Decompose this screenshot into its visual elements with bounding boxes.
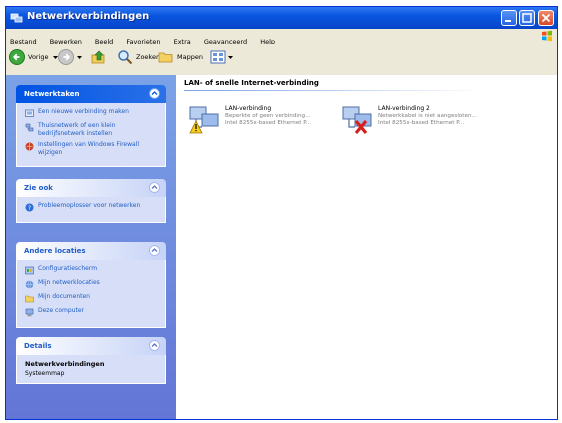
chevron-up-icon [151, 343, 158, 347]
task-home-network[interactable]: Thuisnetwerk of een klein bedrijfsnetwer… [25, 122, 159, 137]
folder-icon [25, 295, 34, 303]
task-new-connection[interactable]: Een nieuwe verbinding maken [25, 108, 159, 118]
connection-item-lan[interactable]: LAN-verbinding Beperkte of geen verbindi… [188, 103, 348, 143]
section-divider [184, 90, 484, 91]
content-area: LAN- of snelle Internet-verbinding LAN-v… [176, 75, 557, 419]
details-name: Netwerkverbindingen [25, 360, 105, 368]
back-button[interactable]: Vorige [9, 48, 59, 66]
views-button[interactable] [210, 48, 234, 66]
place-my-network-places[interactable]: Mijn netwerklocaties [25, 279, 159, 289]
collapse-chevron-icon[interactable] [149, 88, 160, 99]
minimize-icon [505, 20, 511, 22]
lan-connection-unplugged-icon [342, 106, 372, 135]
task-network-troubleshooter[interactable]: ? Probleemoplosser voor netwerken [25, 202, 159, 212]
task-label: Een nieuwe verbinding maken [38, 108, 129, 115]
group-title: Andere locaties [24, 247, 86, 255]
group-details: Details Netwerkverbindingen Systeemmap [16, 337, 166, 384]
group-body: Configuratiescherm Mijn netwerklocaties … [16, 260, 166, 328]
svg-text:?: ? [28, 205, 31, 212]
group-other-places: Andere locaties Configuratiescherm Mijn … [16, 242, 166, 328]
toolbar: Vorige Zoeken Mappen [6, 44, 557, 71]
task-pane: Netwerktaken Een nieuwe verbinding maken… [6, 75, 176, 419]
task-label: Instellingen van Windows Firewall wijzig… [38, 141, 140, 156]
back-arrow-icon [9, 49, 25, 65]
close-icon [541, 13, 551, 23]
place-control-panel[interactable]: Configuratiescherm [25, 265, 159, 275]
connection-status: Beperkte of geen verbinding... [225, 113, 311, 119]
details-type: Systeemmap [25, 370, 65, 377]
home-network-icon [25, 123, 34, 132]
search-label: Zoeken [136, 53, 161, 61]
chevron-up-icon [151, 248, 158, 252]
search-icon [118, 50, 133, 65]
close-button[interactable] [538, 10, 554, 26]
window-title: Netwerkverbindingen [27, 11, 150, 22]
group-header-see-also[interactable]: Zie ook [16, 179, 166, 197]
task-label: Probleemoplosser voor netwerken [38, 202, 141, 209]
forward-button[interactable] [58, 48, 83, 66]
section-title: LAN- of snelle Internet-verbinding [184, 79, 319, 87]
computer-icon [25, 308, 34, 317]
minimize-button[interactable] [501, 10, 517, 26]
folder-up-icon [91, 50, 105, 64]
task-label: Mijn documenten [38, 293, 90, 300]
firewall-icon [25, 142, 34, 151]
maximize-button[interactable] [519, 10, 535, 26]
folders-label: Mappen [177, 53, 203, 61]
network-places-icon [25, 280, 34, 289]
group-title: Details [24, 342, 52, 350]
network-connections-icon [10, 13, 23, 23]
connection-name: LAN-verbinding [225, 105, 272, 112]
back-label: Vorige [28, 53, 49, 61]
connection-item-lan-2[interactable]: LAN-verbinding 2 Netwerkkabel is niet aa… [341, 103, 501, 143]
collapse-chevron-icon[interactable] [149, 340, 160, 351]
place-my-documents[interactable]: Mijn documenten [25, 293, 159, 303]
lan-connection-warning-icon [189, 106, 219, 134]
chevron-down-icon [77, 55, 82, 59]
connection-name: LAN-verbinding 2 [378, 105, 430, 112]
title-bar[interactable]: Netwerkverbindingen [6, 7, 557, 29]
chevron-up-icon [151, 91, 158, 95]
connection-device: Intel 8255x-based Ethernet P... [378, 120, 465, 126]
chevron-down-icon [228, 55, 233, 59]
maximize-icon [522, 13, 532, 23]
folders-button[interactable]: Mappen [158, 48, 203, 66]
collapse-chevron-icon[interactable] [149, 245, 160, 256]
new-connection-icon [25, 109, 34, 117]
help-icon: ? [25, 203, 34, 212]
group-title: Zie ook [24, 184, 53, 192]
connection-device: Intel 8255x-based Ethernet P... [225, 120, 312, 126]
group-body: ? Probleemoplosser voor netwerken [16, 197, 166, 223]
group-header-network-tasks[interactable]: Netwerktaken [16, 85, 166, 103]
task-label: Configuratiescherm [38, 265, 98, 272]
menu-bar: Bestand Bewerken Beeld Favorieten Extra … [6, 29, 557, 46]
group-body: Een nieuwe verbinding maken Thuisnetwerk… [16, 103, 166, 167]
group-body: Netwerkverbindingen Systeemmap [16, 355, 166, 384]
collapse-chevron-icon[interactable] [149, 182, 160, 193]
chevron-up-icon [151, 185, 158, 189]
group-title: Netwerktaken [24, 90, 80, 98]
task-label: Mijn netwerklocaties [38, 279, 100, 286]
forward-arrow-icon [58, 49, 74, 65]
up-button[interactable] [91, 48, 107, 66]
task-label: Thuisnetwerk of een klein bedrijfsnetwer… [38, 122, 116, 137]
group-see-also: Zie ook ? Probleemoplosser voor netwerke… [16, 179, 166, 223]
group-network-tasks: Netwerktaken Een nieuwe verbinding maken… [16, 85, 166, 167]
connection-status: Netwerkkabel is niet aangesloten... [378, 113, 477, 119]
explorer-window: Netwerkverbindingen Bestand Bewerken Bee… [5, 6, 558, 420]
place-my-computer[interactable]: Deze computer [25, 307, 159, 317]
group-header-other-places[interactable]: Andere locaties [16, 242, 166, 260]
views-icon [210, 50, 226, 64]
folders-icon [158, 52, 173, 63]
windows-logo-icon [542, 30, 552, 42]
search-button[interactable]: Zoeken [117, 48, 160, 66]
control-panel-icon [25, 266, 34, 275]
task-label: Deze computer [38, 307, 84, 314]
task-firewall-settings[interactable]: Instellingen van Windows Firewall wijzig… [25, 141, 159, 156]
group-header-details[interactable]: Details [16, 337, 166, 355]
